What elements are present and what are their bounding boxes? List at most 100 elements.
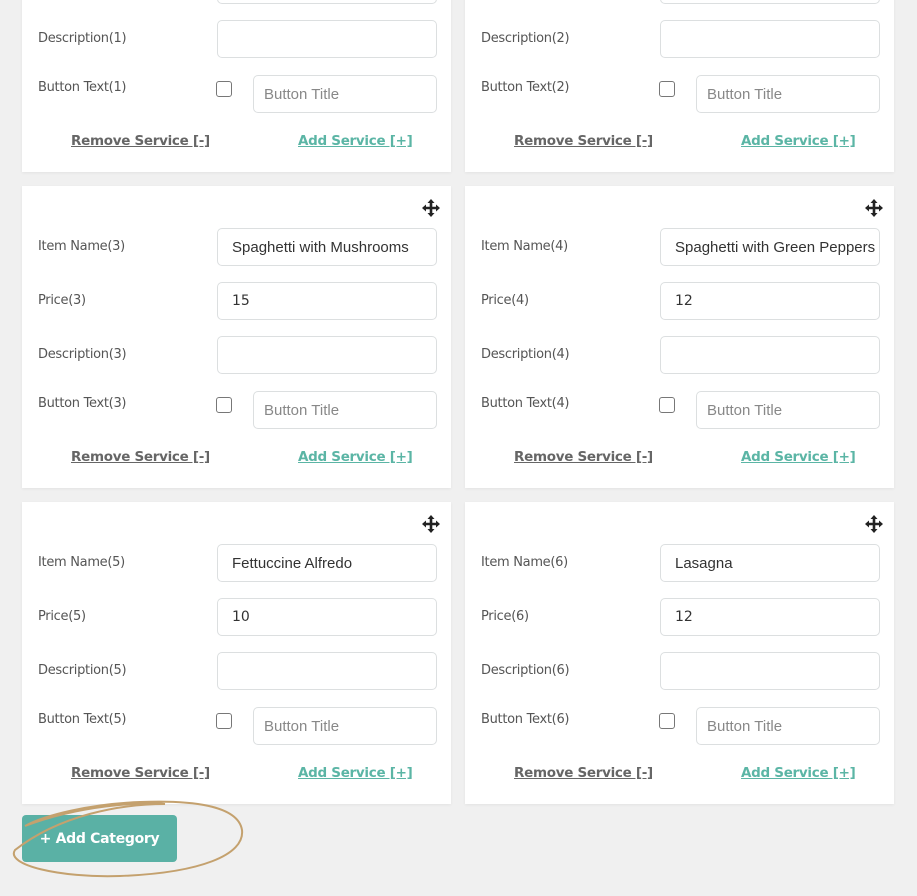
button-text-label: Button Text(4) <box>481 396 570 411</box>
item-name-input[interactable]: Lasagna <box>660 544 880 582</box>
description-label: Description(6) <box>481 663 570 678</box>
description-input[interactable] <box>217 20 437 58</box>
description-row: Description(3) <box>22 336 451 376</box>
button-title-placeholder: Button Title <box>264 717 340 735</box>
description-input[interactable] <box>217 336 437 374</box>
button-text-row: Button Text(5) Button Title <box>22 707 451 747</box>
button-text-label: Button Text(1) <box>38 80 127 95</box>
item-name-input[interactable]: Spaghetti with Mushrooms <box>217 228 437 266</box>
move-arrows-icon[interactable] <box>864 198 884 218</box>
add-service-link[interactable]: Add Service [+] <box>741 449 856 465</box>
button-title-placeholder: Button Title <box>707 717 783 735</box>
button-title-input[interactable]: Button Title <box>696 391 880 429</box>
description-input[interactable] <box>660 20 880 58</box>
button-text-checkbox[interactable] <box>659 81 675 97</box>
move-arrows-icon[interactable] <box>421 198 441 218</box>
item-name-value: Spaghetti with Green Peppers <box>675 238 876 256</box>
button-text-checkbox[interactable] <box>216 397 232 413</box>
service-links: Remove Service [-] Add Service [+] <box>465 765 894 785</box>
description-row: Description(2) <box>465 20 894 60</box>
price-input[interactable] <box>660 598 880 636</box>
price-label: Price(3) <box>38 293 86 308</box>
item-name-row: Item Name(5) Fettuccine Alfredo <box>22 544 451 584</box>
button-text-row: Button Text(4) Button Title <box>465 391 894 431</box>
button-text-row: Button Text(2) Button Title <box>465 75 894 115</box>
button-title-input[interactable]: Button Title <box>696 75 880 113</box>
price-row: Price(1) <box>22 0 451 6</box>
description-input[interactable] <box>660 652 880 690</box>
price-input[interactable] <box>660 0 880 4</box>
button-text-row: Button Text(1) Button Title <box>22 75 451 115</box>
price-label: Price(5) <box>38 609 86 624</box>
button-text-label: Button Text(2) <box>481 80 570 95</box>
price-row: Price(4) <box>465 282 894 322</box>
price-input[interactable] <box>217 0 437 4</box>
price-row: Price(6) <box>465 598 894 638</box>
move-arrows-icon[interactable] <box>864 514 884 534</box>
item-name-row: Item Name(6) Lasagna <box>465 544 894 584</box>
service-links: Remove Service [-] Add Service [+] <box>22 133 451 153</box>
remove-service-link[interactable]: Remove Service [-] <box>71 765 210 781</box>
description-label: Description(1) <box>38 31 127 46</box>
add-service-link[interactable]: Add Service [+] <box>298 765 413 781</box>
remove-service-link[interactable]: Remove Service [-] <box>514 765 653 781</box>
add-category-button[interactable]: + Add Category <box>22 815 177 862</box>
menu-item-card: Item Name(3) Spaghetti with Mushrooms Pr… <box>22 186 451 488</box>
description-label: Description(4) <box>481 347 570 362</box>
button-text-checkbox[interactable] <box>659 397 675 413</box>
add-service-link[interactable]: Add Service [+] <box>298 449 413 465</box>
button-text-checkbox[interactable] <box>216 713 232 729</box>
move-arrows-icon[interactable] <box>421 514 441 534</box>
item-name-label: Item Name(6) <box>481 555 568 570</box>
price-row: Price(3) <box>22 282 451 322</box>
remove-service-link[interactable]: Remove Service [-] <box>71 449 210 465</box>
price-row: Price(5) <box>22 598 451 638</box>
add-service-link[interactable]: Add Service [+] <box>741 133 856 149</box>
description-row: Description(1) <box>22 20 451 60</box>
description-label: Description(5) <box>38 663 127 678</box>
price-label: Price(4) <box>481 293 529 308</box>
item-name-label: Item Name(3) <box>38 239 125 254</box>
price-input[interactable] <box>217 598 437 636</box>
menu-item-card: Item Name(5) Fettuccine Alfredo Price(5)… <box>22 502 451 804</box>
button-title-input[interactable]: Button Title <box>696 707 880 745</box>
button-text-label: Button Text(6) <box>481 712 570 727</box>
item-name-label: Item Name(4) <box>481 239 568 254</box>
remove-service-link[interactable]: Remove Service [-] <box>514 449 653 465</box>
menu-item-card: Item Name(4) Spaghetti with Green Pepper… <box>465 186 894 488</box>
button-title-input[interactable]: Button Title <box>253 707 437 745</box>
description-label: Description(2) <box>481 31 570 46</box>
price-input[interactable] <box>217 282 437 320</box>
button-text-row: Button Text(6) Button Title <box>465 707 894 747</box>
description-label: Description(3) <box>38 347 127 362</box>
service-links: Remove Service [-] Add Service [+] <box>22 449 451 469</box>
button-title-input[interactable]: Button Title <box>253 75 437 113</box>
button-title-placeholder: Button Title <box>264 85 340 103</box>
item-name-input[interactable]: Fettuccine Alfredo <box>217 544 437 582</box>
description-input[interactable] <box>660 336 880 374</box>
button-title-placeholder: Button Title <box>707 401 783 419</box>
description-row: Description(6) <box>465 652 894 692</box>
description-input[interactable] <box>217 652 437 690</box>
item-name-value: Spaghetti with Mushrooms <box>232 238 409 256</box>
menu-item-card: Item Name(2) Price(2) Description(2) But… <box>465 0 894 172</box>
add-service-link[interactable]: Add Service [+] <box>298 133 413 149</box>
button-title-placeholder: Button Title <box>264 401 340 419</box>
description-row: Description(5) <box>22 652 451 692</box>
button-text-row: Button Text(3) Button Title <box>22 391 451 431</box>
item-name-value: Fettuccine Alfredo <box>232 554 353 572</box>
button-title-input[interactable]: Button Title <box>253 391 437 429</box>
price-row: Price(2) <box>465 0 894 6</box>
button-text-checkbox[interactable] <box>216 81 232 97</box>
item-name-input[interactable]: Spaghetti with Green Peppers <box>660 228 880 266</box>
add-service-link[interactable]: Add Service [+] <box>741 765 856 781</box>
menu-item-card: Item Name(6) Lasagna Price(6) Descriptio… <box>465 502 894 804</box>
button-text-checkbox[interactable] <box>659 713 675 729</box>
price-input[interactable] <box>660 282 880 320</box>
service-links: Remove Service [-] Add Service [+] <box>22 765 451 785</box>
remove-service-link[interactable]: Remove Service [-] <box>514 133 653 149</box>
remove-service-link[interactable]: Remove Service [-] <box>71 133 210 149</box>
button-title-placeholder: Button Title <box>707 85 783 103</box>
item-name-value: Lasagna <box>675 554 733 572</box>
button-text-label: Button Text(5) <box>38 712 127 727</box>
